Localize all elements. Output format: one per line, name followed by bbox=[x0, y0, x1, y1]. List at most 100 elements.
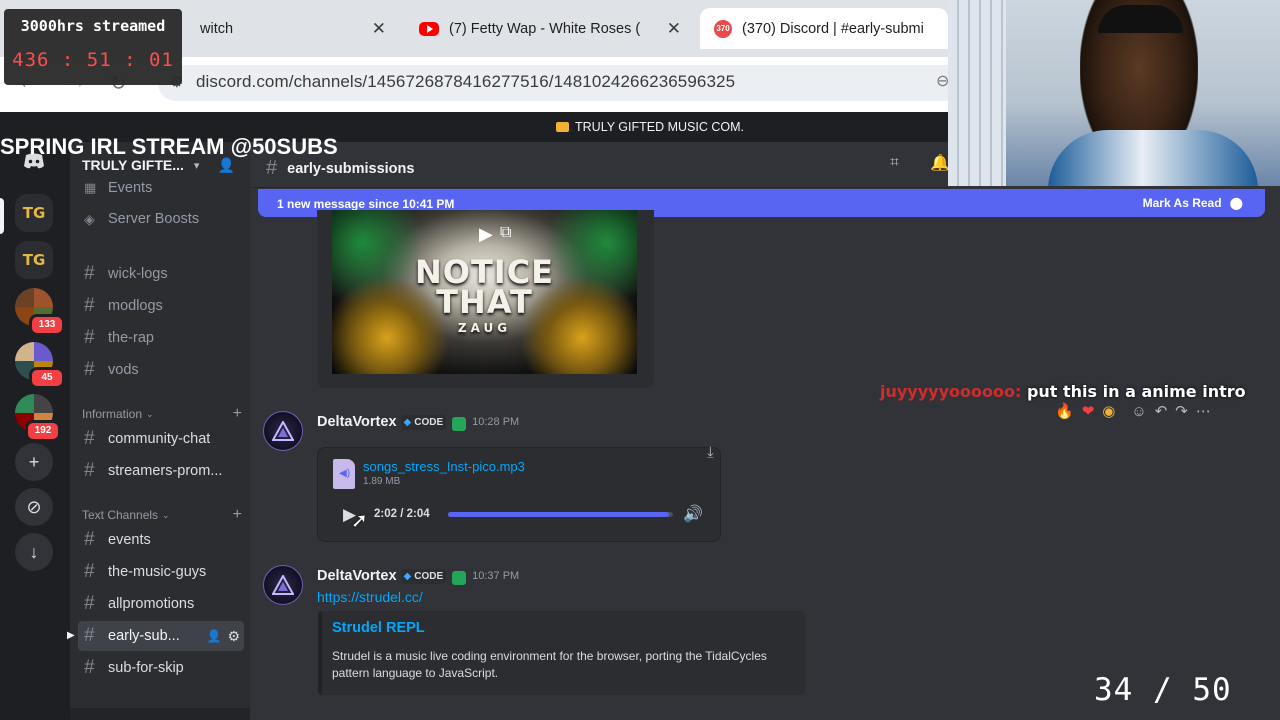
mouse-cursor-icon: ➚ bbox=[351, 510, 368, 532]
forward-icon[interactable]: ↷ bbox=[1175, 402, 1188, 420]
username[interactable]: DeltaVortex bbox=[317, 414, 397, 430]
hash-icon: # bbox=[266, 157, 278, 179]
channel-early-submissions[interactable]: # early-sub... 👤 ⚙ bbox=[78, 621, 244, 651]
reply-icon[interactable]: ↶ bbox=[1155, 402, 1168, 420]
explore-icon[interactable]: ⊘ bbox=[15, 488, 53, 526]
server-rail: TG TG 133 45 192 + ⊘ ↓ bbox=[0, 142, 70, 720]
unread-badge: 133 bbox=[29, 314, 65, 336]
sidebar-item-label: Server Boosts bbox=[108, 211, 200, 227]
server-truly-gifted-alt[interactable]: TG bbox=[15, 241, 53, 279]
category-text-channels[interactable]: Text Channels ⌄ + bbox=[82, 506, 242, 524]
role-icon bbox=[452, 417, 467, 431]
url-text[interactable]: discord.com/channels/1456726878416277516… bbox=[196, 72, 735, 92]
tab-close-icon[interactable]: ✕ bbox=[667, 19, 681, 39]
channel-streamers-promo[interactable]: # streamers-prom... bbox=[78, 456, 244, 486]
channel-name: wick-logs bbox=[108, 266, 168, 282]
tab-close-icon[interactable]: ✕ bbox=[372, 19, 386, 39]
category-information[interactable]: Information ⌄ + bbox=[82, 405, 242, 423]
timestamp: 10:28 PM bbox=[472, 416, 520, 428]
active-server-pill bbox=[0, 198, 4, 234]
unread-badge: 45 bbox=[29, 367, 65, 389]
channel-name: the-rap bbox=[108, 330, 154, 346]
hash-icon: # bbox=[84, 460, 95, 481]
channel-name: community-chat bbox=[108, 431, 211, 447]
audio-file-icon: ◀) bbox=[333, 459, 355, 489]
add-reaction-icon[interactable]: ☺ bbox=[1131, 403, 1146, 420]
hash-icon: # bbox=[84, 327, 95, 348]
add-server-icon[interactable]: + bbox=[15, 443, 53, 481]
message-link[interactable]: https://strudel.cc/ bbox=[317, 589, 423, 605]
sub-goal-counter: 34 / 50 bbox=[1094, 672, 1232, 708]
hash-icon: # bbox=[84, 561, 95, 582]
playback-progress-fill bbox=[448, 512, 669, 517]
new-messages-text: 1 new message since 10:41 PM bbox=[277, 197, 455, 211]
channel-modlogs[interactable]: # modlogs bbox=[78, 291, 244, 321]
gear-icon[interactable]: ⚙ bbox=[227, 628, 240, 645]
channel-the-music-guys[interactable]: # the-music-guys bbox=[78, 557, 244, 587]
playback-progress-bar[interactable] bbox=[448, 512, 673, 517]
stream-banner: SPRING IRL STREAM @50SUBS bbox=[0, 134, 338, 159]
comment-text: put this in a anime intro bbox=[1026, 382, 1246, 401]
chevron-down-icon: ⌄ bbox=[146, 408, 154, 419]
create-channel-icon[interactable]: + bbox=[233, 405, 242, 423]
timer-value: 436 : 51 : 01 bbox=[12, 49, 174, 71]
invite-icon[interactable]: 👤 bbox=[206, 629, 221, 643]
hash-icon: # bbox=[84, 428, 95, 449]
tab-title: (370) Discord | #early-submi bbox=[742, 20, 924, 37]
video-thumbnail[interactable]: NOTICE THAT ZAUG ▶ ⧉ bbox=[332, 210, 637, 374]
channel-the-rap[interactable]: # the-rap bbox=[78, 323, 244, 353]
channel-events[interactable]: # events bbox=[78, 525, 244, 555]
channel-allpromotions[interactable]: # allpromotions bbox=[78, 589, 244, 619]
mark-as-read-button[interactable]: Mark As Read ⬤ bbox=[1143, 196, 1243, 210]
download-icon[interactable]: ↓ bbox=[15, 533, 53, 571]
tab-discord[interactable]: 370 (370) Discord | #early-submi bbox=[700, 8, 948, 49]
eyes-reaction-icon[interactable]: ◉ bbox=[1102, 402, 1115, 420]
play-icon[interactable]: ▶ bbox=[479, 224, 493, 245]
volume-icon[interactable]: 🔊 bbox=[683, 504, 703, 524]
tab-title: (7) Fetty Wap - White Roses ( bbox=[449, 20, 641, 37]
threads-icon[interactable]: ⌗ bbox=[890, 154, 899, 172]
bell-icon[interactable]: 🔔 bbox=[930, 153, 950, 173]
tab-youtube[interactable]: (7) Fetty Wap - White Roses ( ✕ bbox=[405, 8, 695, 49]
channel-vods[interactable]: # vods bbox=[78, 355, 244, 385]
message-header: DeltaVortex ◆ CODE 10:37 PM bbox=[317, 568, 520, 585]
tab-title: witch bbox=[200, 20, 234, 37]
mark-read-icon: ⬤ bbox=[1229, 196, 1243, 210]
channel-name: early-sub... bbox=[108, 628, 180, 644]
channel-community-chat[interactable]: # community-chat bbox=[78, 424, 244, 454]
embed-description: Strudel is a music live coding environme… bbox=[332, 649, 767, 680]
channel-wick-logs[interactable]: # wick-logs bbox=[78, 259, 244, 289]
boost-icon: ◈ bbox=[84, 210, 95, 227]
tab-twitch[interactable]: witch ✕ bbox=[150, 8, 400, 49]
tag-icon: ◆ bbox=[403, 416, 412, 428]
guild-tag[interactable]: ◆ CODE bbox=[400, 568, 447, 584]
embed-title-link[interactable]: Strudel REPL bbox=[332, 620, 425, 636]
heart-reaction-icon[interactable]: ❤ bbox=[1082, 402, 1095, 420]
avatar[interactable] bbox=[263, 411, 303, 451]
more-options-icon[interactable]: ⋯ bbox=[1196, 402, 1211, 420]
popout-icon[interactable]: ⧉ bbox=[500, 224, 511, 242]
create-channel-icon[interactable]: + bbox=[233, 506, 242, 524]
file-name-link[interactable]: songs_stress_Inst-pico.mp3 bbox=[363, 459, 525, 474]
link-embed: Strudel REPL Strudel is a music live cod… bbox=[318, 611, 805, 695]
download-icon[interactable]: ⤓ bbox=[707, 444, 714, 461]
channel-sub-for-skip[interactable]: # sub-for-skip bbox=[78, 653, 244, 683]
sidebar-item-server-boosts[interactable]: ◈ Server Boosts bbox=[78, 204, 244, 234]
sidebar-item-label: Events bbox=[108, 180, 153, 196]
server-label: TG bbox=[22, 251, 46, 269]
timestamp: 10:37 PM bbox=[472, 570, 520, 582]
server-truly-gifted[interactable]: TG bbox=[15, 194, 53, 232]
username[interactable]: DeltaVortex bbox=[317, 568, 397, 584]
video-title-line: THAT bbox=[436, 283, 533, 321]
fire-reaction-icon[interactable]: 🔥 bbox=[1055, 402, 1074, 420]
calendar-icon: ▦ bbox=[84, 180, 97, 195]
guild-tag[interactable]: ◆ CODE bbox=[400, 414, 447, 430]
webcam-feed bbox=[948, 0, 1280, 186]
video-artist: ZAUG bbox=[457, 321, 512, 335]
trophy-icon bbox=[556, 122, 569, 132]
channel-title: # early-submissions bbox=[266, 157, 414, 180]
avatar[interactable] bbox=[263, 565, 303, 605]
sidebar-item-events[interactable]: ▦ Events bbox=[78, 174, 244, 202]
timer-label: 3000hrs streamed bbox=[20, 17, 166, 35]
audio-attachment: ◀) songs_stress_Inst-pico.mp3 1.89 MB ⤓ … bbox=[317, 444, 721, 542]
